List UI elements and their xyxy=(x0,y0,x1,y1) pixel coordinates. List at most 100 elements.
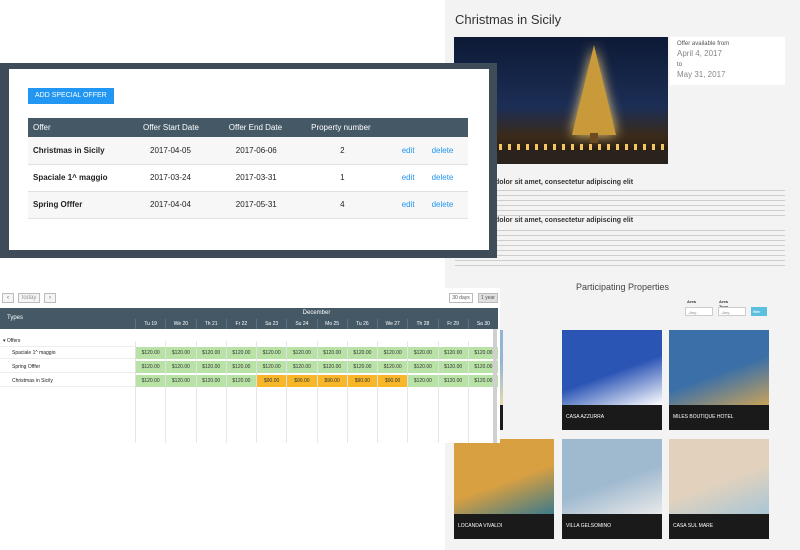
availability-from-label: Offer available from xyxy=(677,41,730,47)
vertical-scrollbar[interactable] xyxy=(493,329,497,443)
month-header: December xyxy=(135,308,498,319)
price-cell[interactable]: $120.00 xyxy=(135,347,166,359)
property-image xyxy=(454,439,554,514)
christmas-tree-icon xyxy=(572,45,616,135)
property-number: 2 xyxy=(306,137,397,165)
property-card[interactable]: MILES BOUTIQUE HOTEL xyxy=(669,330,769,430)
price-cell[interactable]: $120.00 xyxy=(165,375,196,387)
price-cell[interactable]: $120.00 xyxy=(437,375,468,387)
property-card[interactable]: CASA AZZURRA xyxy=(562,330,662,430)
column-edit xyxy=(396,118,427,137)
price-cell[interactable]: $90.00 xyxy=(286,375,317,387)
column-offer: Offer xyxy=(28,118,139,137)
price-cell[interactable]: $120.00 xyxy=(225,375,256,387)
table-row: Spring Offfer 2017-04-04 2017-05-31 4 ed… xyxy=(28,191,468,219)
offer-start: 2017-04-05 xyxy=(138,137,224,165)
price-cell[interactable]: $120.00 xyxy=(377,361,408,373)
price-cell[interactable]: $90.00 xyxy=(346,375,377,387)
property-image xyxy=(562,439,662,514)
column-property-number: Property number xyxy=(306,118,397,137)
today-button[interactable]: today xyxy=(18,293,40,303)
price-cell[interactable]: $120.00 xyxy=(165,361,196,373)
price-cell[interactable]: $120.00 xyxy=(377,347,408,359)
property-card[interactable]: VILLA GELSOMINO xyxy=(562,439,662,539)
property-name: CASA AZZURRA xyxy=(562,405,662,430)
property-name: MILES BOUTIQUE HOTEL xyxy=(669,405,769,430)
price-cell[interactable]: $120.00 xyxy=(165,347,196,359)
property-card[interactable]: CASA SUL MARE xyxy=(669,439,769,539)
day-header: Sa 23 xyxy=(256,319,286,329)
range-30-days-button[interactable]: 30 days xyxy=(449,293,473,303)
availability-to-date: May 31, 2017 xyxy=(677,70,726,79)
offer-name: Spring Offfer xyxy=(28,191,139,219)
price-cell[interactable]: $120.00 xyxy=(195,347,226,359)
area-label: Area xyxy=(687,299,696,304)
price-cell[interactable]: $120.00 xyxy=(407,361,438,373)
day-header: We 27 xyxy=(377,319,407,329)
days-header: Tu 19 We 20 Th 21 Fr 22 Sa 23 Su 24 Mo 25 Tu 26… xyxy=(135,319,498,329)
price-cell[interactable]: $120.00 xyxy=(225,347,256,359)
group-offers[interactable]: ▾ Offers xyxy=(0,335,135,347)
add-special-offer-button[interactable]: ADD SPECIAL OFFER xyxy=(28,88,114,104)
price-cell[interactable]: $120.00 xyxy=(437,347,468,359)
calendar-row-label: Spring Offfer xyxy=(0,361,135,373)
availability-from-date: April 4, 2017 xyxy=(677,49,722,58)
day-header: Mo 25 xyxy=(316,319,347,329)
offer-end: 2017-06-06 xyxy=(223,137,307,165)
price-cell[interactable]: $120.00 xyxy=(346,361,377,373)
price-cell[interactable]: $90.00 xyxy=(316,375,347,387)
area-select[interactable]: -Any- xyxy=(685,307,713,316)
edit-link[interactable]: edit xyxy=(396,137,427,165)
price-cell[interactable]: $90.00 xyxy=(377,375,408,387)
property-name: CASA SUL MARE xyxy=(669,514,769,539)
edit-link[interactable]: edit xyxy=(396,191,427,219)
column-end-date: Offer End Date xyxy=(223,118,307,137)
property-image xyxy=(669,439,769,514)
price-cell[interactable]: $120.00 xyxy=(407,375,438,387)
price-cell[interactable]: $120.00 xyxy=(437,361,468,373)
offers-panel: ADD SPECIAL OFFER Offer Offer Start Date… xyxy=(0,63,497,258)
price-cell[interactable]: $120.00 xyxy=(195,375,226,387)
day-header: Th 21 xyxy=(195,319,226,329)
price-cell[interactable]: $120.00 xyxy=(195,361,226,373)
property-image xyxy=(562,330,662,405)
price-cell[interactable]: $120.00 xyxy=(407,347,438,359)
edit-link[interactable]: edit xyxy=(396,164,427,192)
table-row: Spaciale 1^ maggio 2017-03-24 2017-03-31… xyxy=(28,164,468,192)
content-heading-2: dolor sit amet, consectetur adipiscing e… xyxy=(495,217,634,224)
column-start-date: Offer Start Date xyxy=(138,118,224,137)
availability-calendar: ‹ today › 30 days 1 year Types December … xyxy=(0,288,500,443)
price-cell[interactable]: $120.00 xyxy=(316,361,347,373)
day-header: Tu 19 xyxy=(135,319,165,329)
property-number: 4 xyxy=(306,191,397,219)
price-cell[interactable]: $120.00 xyxy=(135,375,166,387)
day-header: Fr 22 xyxy=(225,319,256,329)
price-cell[interactable]: $90.00 xyxy=(256,375,287,387)
calendar-row-label: Spaciale 1^ maggio xyxy=(0,347,135,359)
offer-end: 2017-03-31 xyxy=(223,164,307,192)
price-cell[interactable]: $120.00 xyxy=(316,347,347,359)
property-card[interactable]: LOCANDA VIVALDI xyxy=(454,439,554,539)
price-cell[interactable]: $120.00 xyxy=(286,361,317,373)
table-row: Christmas in Sicily 2017-04-05 2017-06-0… xyxy=(28,137,468,165)
range-1-year-button[interactable]: 1 year xyxy=(478,293,498,303)
price-cell[interactable]: $120.00 xyxy=(135,361,166,373)
price-cell[interactable]: $120.00 xyxy=(346,347,377,359)
price-cell[interactable]: $120.00 xyxy=(256,347,287,359)
prev-button[interactable]: ‹ xyxy=(2,293,14,303)
content-paragraph-1 xyxy=(455,190,785,218)
delete-link[interactable]: delete xyxy=(426,137,468,165)
filter-button[interactable]: filter xyxy=(751,307,767,316)
delete-link[interactable]: delete xyxy=(426,191,468,219)
area-type-select[interactable]: -Any- xyxy=(718,307,746,316)
price-cell[interactable]: $120.00 xyxy=(225,361,256,373)
offer-title: Christmas in Sicily xyxy=(455,12,562,27)
property-number: 1 xyxy=(306,164,397,192)
offer-start: 2017-03-24 xyxy=(138,164,224,192)
next-button[interactable]: › xyxy=(44,293,56,303)
delete-link[interactable]: delete xyxy=(426,164,468,192)
price-cell[interactable]: $120.00 xyxy=(256,361,287,373)
day-header: We 20 xyxy=(165,319,195,329)
offer-detail-page: Christmas in Sicily Offer available from… xyxy=(445,0,800,550)
price-cell[interactable]: $120.00 xyxy=(286,347,317,359)
